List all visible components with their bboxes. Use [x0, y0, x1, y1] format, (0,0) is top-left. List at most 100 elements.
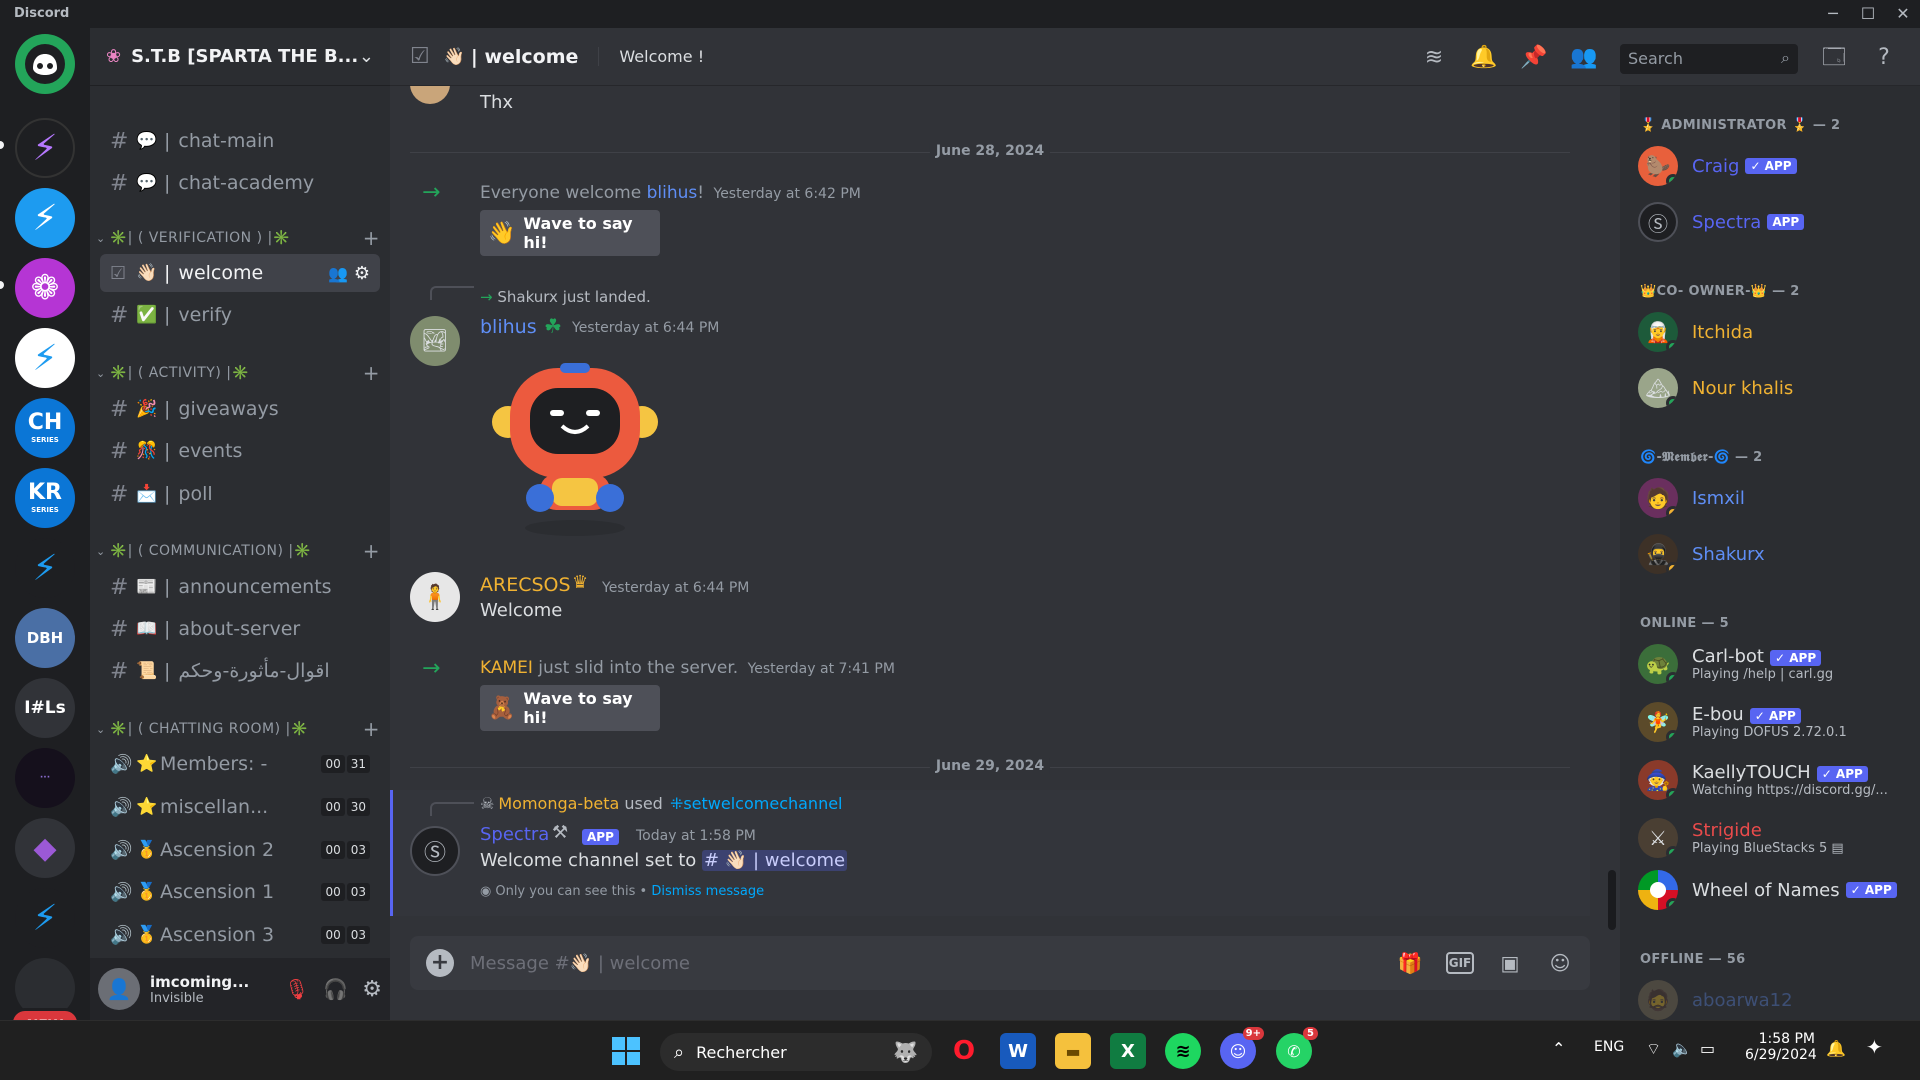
category-activity[interactable]: ⌄ ✳️| ( ACTIVITY) |✳️ +: [96, 361, 380, 385]
gear-icon[interactable]: ⚙: [354, 263, 370, 284]
add-channel-icon[interactable]: +: [363, 226, 380, 250]
channel-giveaways[interactable]: # 🎉 | giveaways: [100, 390, 380, 428]
excel-icon[interactable]: X: [1110, 1033, 1146, 1069]
emoji-icon[interactable]: ☺: [1546, 949, 1574, 977]
gear-icon[interactable]: ⚙: [362, 977, 382, 1002]
channel-about-server[interactable]: # 📖 | about-server: [100, 610, 380, 648]
voice-channel-ascension-1[interactable]: 🔊 🥇 Ascension 1 00 03: [100, 873, 380, 911]
message-input[interactable]: [470, 952, 1374, 974]
add-attachment-icon[interactable]: +: [426, 949, 454, 977]
member-shakurx[interactable]: 🥷 Shakurx: [1638, 528, 1913, 580]
channel-announcements[interactable]: # 📰 | announcements: [100, 568, 380, 606]
server-icon-bolt-1[interactable]: ⚡: [15, 118, 75, 178]
member-e-bou[interactable]: 🧚 E-bou ✓ APP Playing DOFUS 2.72.0.1: [1638, 696, 1913, 748]
member-ismxil[interactable]: 🧑 Ismxil: [1638, 472, 1913, 524]
close-icon[interactable]: ✕: [1892, 3, 1914, 25]
server-icon-ch[interactable]: CH SERIES: [15, 398, 75, 458]
member-itchida[interactable]: 🧝 Itchida: [1638, 306, 1913, 358]
member-carl-bot[interactable]: 🐢 Carl-bot ✓ APP Playing /help | carl.gg: [1638, 638, 1913, 690]
member-craig[interactable]: 🦫 Craig ✓ APP: [1638, 140, 1913, 192]
avatar[interactable]: 👤: [98, 968, 140, 1010]
message-scrollbar[interactable]: [1608, 870, 1616, 930]
member-spectra[interactable]: Ⓢ Spectra APP: [1638, 196, 1913, 248]
member-wheel-of-names[interactable]: Wheel of Names ✓ APP: [1638, 864, 1913, 916]
inbox-icon[interactable]: 🗔: [1820, 44, 1848, 72]
server-icon-bolt-2[interactable]: ⚡: [15, 188, 75, 248]
voice-channel-members[interactable]: 🔊 ⭐ Members: - 00 31: [100, 745, 380, 783]
wave-button[interactable]: 👋 Wave to say hi!: [480, 210, 660, 256]
sticker-icon[interactable]: ▣: [1496, 949, 1524, 977]
channel-verify[interactable]: # ✅ | verify: [100, 296, 380, 334]
opera-icon[interactable]: O: [946, 1033, 982, 1069]
server-icon-bolt-3[interactable]: ⚡: [15, 328, 75, 388]
dismiss-message-link[interactable]: Dismiss message: [651, 884, 764, 899]
server-icon-dark[interactable]: ···: [15, 748, 75, 808]
language-indicator[interactable]: ENG: [1594, 1039, 1624, 1055]
avatar[interactable]: 🧍: [410, 572, 460, 622]
author-name[interactable]: Spectra: [480, 824, 549, 845]
server-icon-ils[interactable]: I#Ls: [15, 678, 75, 738]
chevron-up-icon[interactable]: ⌃: [1552, 1039, 1565, 1058]
add-channel-icon[interactable]: +: [363, 717, 380, 741]
channel-mention[interactable]: # 👋🏻 | welcome: [702, 850, 848, 871]
whatsapp-icon[interactable]: ✆ 5: [1276, 1027, 1318, 1069]
add-channel-icon[interactable]: +: [363, 539, 380, 563]
invite-icon[interactable]: 👥: [328, 264, 348, 283]
headphones-icon[interactable]: 🎧: [323, 977, 348, 1001]
server-icon-gem[interactable]: ◆: [15, 818, 75, 878]
minimize-icon[interactable]: ─: [1822, 3, 1844, 25]
server-icon-bolt-4[interactable]: ⚡: [15, 538, 75, 598]
voice-channel-miscellaneous[interactable]: 🔊 ⭐ miscellan... 00 30: [100, 788, 380, 826]
pin-icon[interactable]: 📌: [1520, 44, 1548, 72]
server-header[interactable]: ❀ S.T.B [SPARTA THE B... ⌄: [90, 28, 390, 86]
avatar[interactable]: [410, 86, 450, 104]
category-chatting-room[interactable]: ⌄ ✳️| ( CHATTING ROOM) |✳️ +: [96, 717, 380, 741]
bell-icon[interactable]: 🔔: [1470, 44, 1498, 72]
mic-muted-icon[interactable]: 🎙: [284, 977, 309, 1001]
volume-icon[interactable]: 🔈: [1672, 1039, 1692, 1058]
direct-messages-button[interactable]: [15, 34, 75, 94]
avatar[interactable]: 🏞: [410, 316, 460, 366]
category-verification[interactable]: ⌄ ✳️| ( VERIFICATION ) |✳️ +: [96, 226, 380, 250]
notification-icon[interactable]: 🔔: [1826, 1039, 1846, 1058]
category-communication[interactable]: ⌄ ✳️| ( COMMUNICATION) |✳️ +: [96, 539, 380, 563]
maximize-icon[interactable]: ☐: [1857, 3, 1879, 25]
member-kaellytouch[interactable]: 🧙 KaellyTOUCH ✓ APP Watching https://disc…: [1638, 754, 1913, 806]
voice-channel-ascension-2[interactable]: 🔊 🥇 Ascension 2 00 03: [100, 831, 380, 869]
channel-welcome[interactable]: ☑ 👋🏻 | welcome 👥 ⚙: [100, 254, 380, 292]
server-icon-kr[interactable]: KR SERIES: [15, 468, 75, 528]
author-name[interactable]: ARECSOS: [480, 574, 571, 596]
channel-chat-academy[interactable]: # 💬 | chat-academy: [100, 164, 380, 202]
discord-taskbar-icon[interactable]: ☺ 9+: [1220, 1027, 1264, 1069]
server-icon-bolt-5[interactable]: ⚡: [15, 888, 75, 948]
clock[interactable]: 1:58 PM 6/29/2024: [1745, 1031, 1817, 1063]
search-input[interactable]: Search ⌕: [1620, 44, 1798, 74]
gift-icon[interactable]: 🎁: [1396, 949, 1424, 977]
author-name[interactable]: blihus: [480, 316, 537, 338]
taskbar-search[interactable]: ⌕ Rechercher 🐺: [660, 1033, 932, 1071]
wave-button[interactable]: 🧸 Wave to say hi!: [480, 685, 660, 731]
file-explorer-icon[interactable]: ▬: [1055, 1033, 1091, 1069]
reply-preview[interactable]: → Shakurx just landed.: [480, 288, 651, 306]
threads-icon[interactable]: ≋: [1420, 44, 1448, 72]
member-aboarwa12[interactable]: 🧔 aboarwa12: [1638, 974, 1913, 1020]
gif-icon[interactable]: GIF: [1446, 952, 1474, 974]
channel-poll[interactable]: # 📩 | poll: [100, 475, 380, 513]
channel-events[interactable]: # 🎊 | events: [100, 432, 380, 470]
help-icon[interactable]: ?: [1870, 44, 1898, 72]
battery-icon[interactable]: ▭: [1700, 1039, 1715, 1058]
member-list-icon[interactable]: 👥: [1570, 44, 1598, 72]
word-icon[interactable]: W: [1000, 1033, 1036, 1069]
channel-arabic-quotes[interactable]: # 📜 | اقوال-مأثورة-وحكم: [100, 652, 380, 690]
member-nour-khalis[interactable]: 🏔 Nour khalis: [1638, 362, 1913, 414]
copilot-icon[interactable]: ✦: [1866, 1035, 1883, 1059]
channel-topic[interactable]: Welcome !: [598, 47, 704, 66]
spotify-icon[interactable]: ≋: [1165, 1033, 1201, 1069]
voice-channel-ascension-3[interactable]: 🔊 🥇 Ascension 3 00 03: [100, 916, 380, 954]
avatar[interactable]: Ⓢ: [410, 826, 460, 876]
wifi-icon[interactable]: ⌔: [1646, 1039, 1661, 1059]
server-icon-celtic[interactable]: ❁: [15, 258, 75, 318]
server-icon-dbh[interactable]: DBH: [15, 608, 75, 668]
add-channel-icon[interactable]: +: [363, 361, 380, 385]
member-strigide[interactable]: ⚔ Strigide Playing BlueStacks 5 ▤: [1638, 812, 1913, 864]
